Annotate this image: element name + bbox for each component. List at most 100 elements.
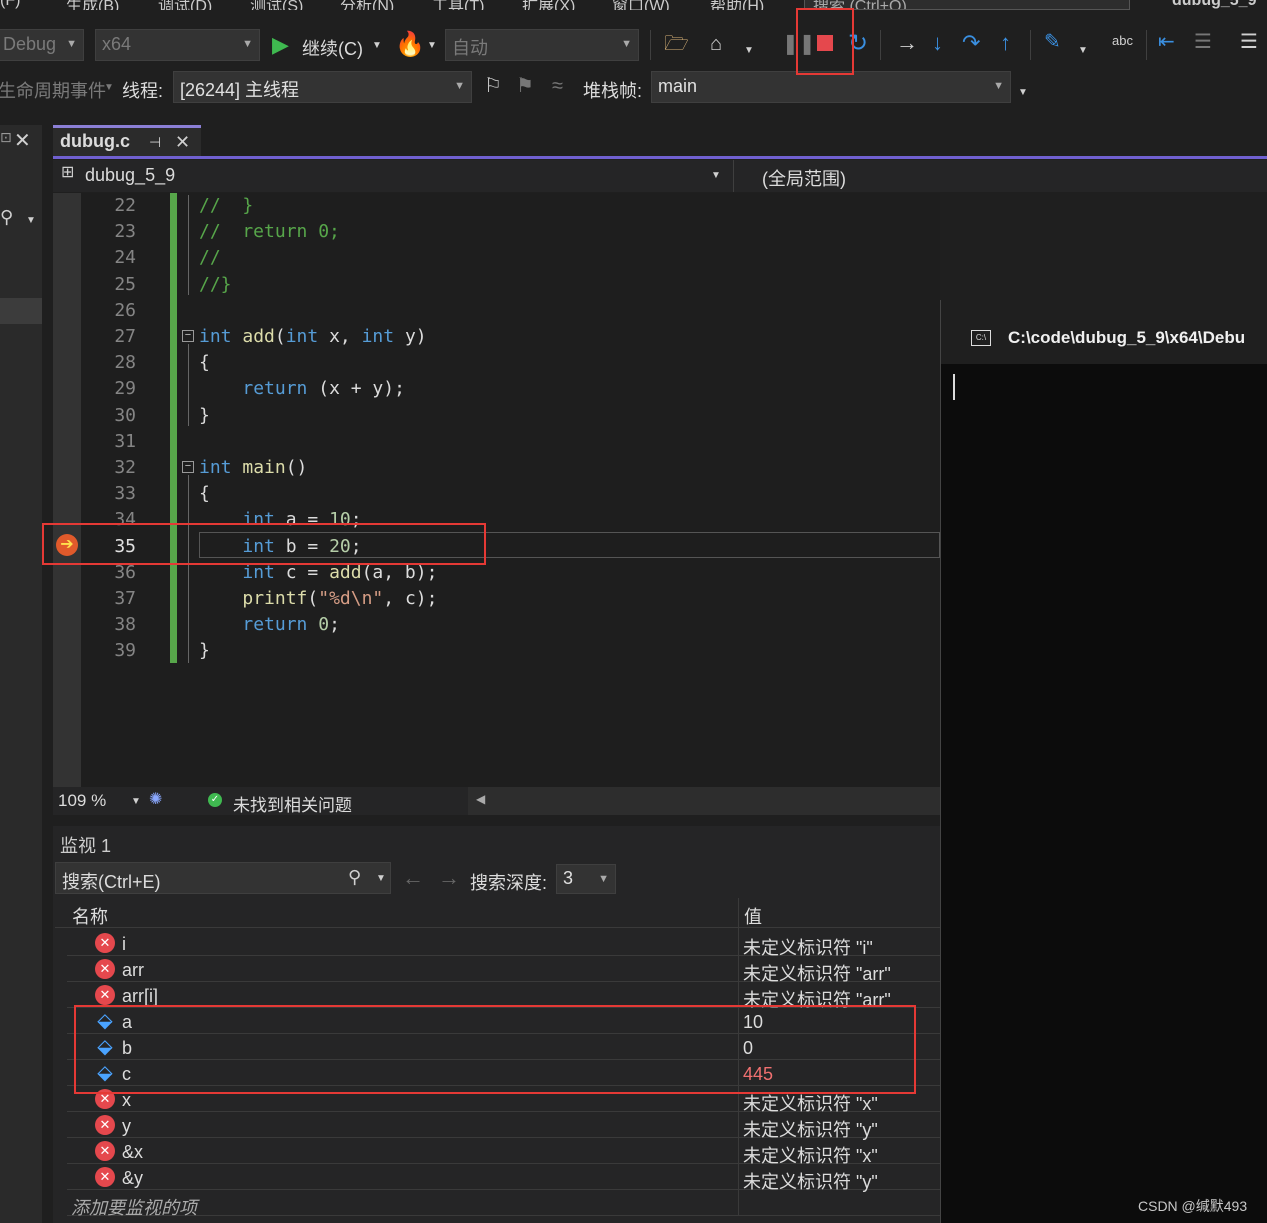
code-line[interactable]: } <box>199 640 210 661</box>
menu-file[interactable]: (F) <box>0 0 20 10</box>
search-icon[interactable]: ⚲ <box>348 868 361 886</box>
menu-test[interactable]: 测试(S) <box>250 0 303 10</box>
code-line[interactable]: // <box>199 247 221 268</box>
diagnostics-icon[interactable]: ✎ <box>1044 32 1061 52</box>
step-over-icon[interactable]: ↷ <box>962 32 980 54</box>
console-title-bar[interactable]: C:\ C:\code\dubug_5_9\x64\Debu <box>941 300 1267 364</box>
breakpoint-gutter[interactable] <box>53 193 81 787</box>
code-line[interactable]: { <box>199 352 210 373</box>
stack-filter-icon[interactable]: ≈ <box>552 76 563 96</box>
code-line[interactable]: return (x + y); <box>199 378 405 399</box>
toolbar-divider <box>650 30 651 60</box>
highlight-current-line <box>42 523 486 565</box>
menu-analyze[interactable]: 分析(N) <box>340 0 394 10</box>
project-combo[interactable]: ⊞ dubug_5_9 ▼ <box>53 160 725 192</box>
watch-title: 监视 1 <box>60 836 112 856</box>
comment-icon[interactable]: ⇤ <box>1158 32 1175 52</box>
chevron-down-icon[interactable]: ▼ <box>376 874 386 884</box>
chevron-down-icon[interactable]: ▼ <box>26 216 36 226</box>
code-line[interactable]: int main() <box>199 457 307 478</box>
chevron-down-icon: ▼ <box>372 40 382 51</box>
copilot-icon[interactable]: ✺ <box>149 792 162 808</box>
step-into-icon[interactable]: ↓ <box>932 32 943 54</box>
watch-row[interactable]: ✕ arr 未定义标识符 "arr" <box>67 956 940 984</box>
panel-pin-icon[interactable]: ⊡ <box>0 130 12 144</box>
chevron-down-icon[interactable]: ▼ <box>1018 88 1028 98</box>
error-icon: ✕ <box>95 1167 115 1187</box>
continue-button[interactable]: ▶ 继续(C) ▼ <box>270 32 388 60</box>
code-line[interactable]: { <box>199 483 210 504</box>
watch-add-item-row[interactable]: 添加要监视的项 <box>67 1190 940 1218</box>
line-number: 39 <box>114 640 136 662</box>
console-window[interactable] <box>940 300 1267 1223</box>
collapse-toggle[interactable]: − <box>182 330 194 342</box>
chevron-down-icon[interactable]: ▼ <box>131 797 141 807</box>
issues-status[interactable]: 未找到相关问题 <box>233 791 352 816</box>
collapse-toggle[interactable]: − <box>182 461 194 473</box>
watch-row[interactable]: ✕ y 未定义标识符 "y" <box>67 1112 940 1140</box>
code-line[interactable]: int add(int x, int y) <box>199 326 427 347</box>
toolbar-divider <box>880 30 881 60</box>
watch-row[interactable]: ✕ i 未定义标识符 "i" <box>67 930 940 958</box>
watch-name: &x <box>122 1142 144 1162</box>
code-line[interactable]: return 0; <box>199 614 340 635</box>
fold-guide <box>188 195 189 295</box>
step-out-icon[interactable]: ↑ <box>1000 32 1011 54</box>
thread-combo[interactable]: [26244] 主线程 ▼ <box>173 71 472 103</box>
spellcheck-icon[interactable]: abc <box>1112 34 1133 47</box>
menu-window[interactable]: 窗口(W) <box>612 0 670 10</box>
menu-debug[interactable]: 调试(D) <box>158 0 212 10</box>
code-editor[interactable] <box>53 193 940 787</box>
folder-search-icon[interactable]: 🗁 <box>664 34 689 54</box>
auto-combo[interactable]: 自动 ▼ <box>445 29 639 61</box>
lifecycle-events-dropdown[interactable]: 生命周期事件 <box>0 77 106 103</box>
config-combo[interactable]: Debug ▼ <box>0 29 84 61</box>
thread-flag-icon[interactable]: ⚑ <box>516 76 534 96</box>
show-next-statement-icon[interactable]: → <box>896 32 918 54</box>
search-back-icon[interactable]: ← <box>402 867 424 889</box>
chevron-down-icon[interactable]: ▼ <box>1078 46 1088 56</box>
flag-icon[interactable]: ⚐ <box>484 76 502 96</box>
code-line[interactable]: // return 0; <box>199 221 340 242</box>
line-number: 23 <box>114 221 136 243</box>
fold-guide <box>188 344 189 426</box>
auto-value: 自动 <box>452 38 488 58</box>
menu-tools[interactable]: 工具(T) <box>432 0 484 10</box>
horizontal-scrollbar[interactable]: ◀ <box>468 787 940 815</box>
line-number: 31 <box>114 430 136 452</box>
close-icon[interactable]: ✕ <box>14 131 31 151</box>
watch-search-input[interactable]: 搜索(Ctrl+E) ⚲ ▼ <box>55 862 391 894</box>
code-line[interactable]: // } <box>199 195 253 216</box>
column-header-name[interactable]: 名称 <box>72 903 108 929</box>
app-icon[interactable]: ⌂ <box>710 34 722 54</box>
tab-dubug-c[interactable]: dubug.c ⊣ ✕ <box>53 125 201 157</box>
stackframe-label: 堆栈帧: <box>583 81 643 101</box>
close-icon[interactable]: ✕ <box>175 133 190 151</box>
hot-reload-icon[interactable]: 🔥 <box>395 33 425 57</box>
watch-row[interactable]: ✕ &y 未定义标识符 "y" <box>67 1164 940 1192</box>
code-line[interactable]: } <box>199 405 210 426</box>
search-icon[interactable]: ⚲ <box>0 208 13 226</box>
chevron-down-icon[interactable]: ▼ <box>427 41 437 51</box>
search-depth-combo[interactable]: 3 ▼ <box>556 864 616 894</box>
zoom-combo[interactable]: 109 % <box>58 791 106 811</box>
toolbar-options-icon[interactable]: ☰ <box>1240 32 1258 52</box>
platform-combo[interactable]: x64 ▼ <box>95 29 260 61</box>
code-line[interactable]: printf("%d\n", c); <box>199 588 437 609</box>
pin-icon[interactable]: ⊣ <box>149 135 161 149</box>
scroll-left-icon[interactable]: ◀ <box>476 793 485 805</box>
column-header-value[interactable]: 值 <box>744 903 762 929</box>
uncomment-icon[interactable]: ☰ <box>1194 32 1212 52</box>
chevron-down-icon[interactable]: ▼ <box>104 83 114 93</box>
search-forward-icon[interactable]: → <box>438 867 460 889</box>
stackframe-combo[interactable]: main ▼ <box>651 71 1011 103</box>
menu-help[interactable]: 帮助(H) <box>710 0 764 10</box>
left-panel-selected-item[interactable] <box>0 298 42 324</box>
menu-extensions[interactable]: 扩展(X) <box>522 0 575 10</box>
error-icon: ✕ <box>95 959 115 979</box>
code-line[interactable]: //} <box>199 274 232 295</box>
scope-combo[interactable]: (全局范围) <box>733 160 1267 192</box>
watch-row[interactable]: ✕ &x 未定义标识符 "x" <box>67 1138 940 1166</box>
menu-build[interactable]: 生成(B) <box>66 0 119 10</box>
chevron-down-icon[interactable]: ▼ <box>744 46 754 56</box>
